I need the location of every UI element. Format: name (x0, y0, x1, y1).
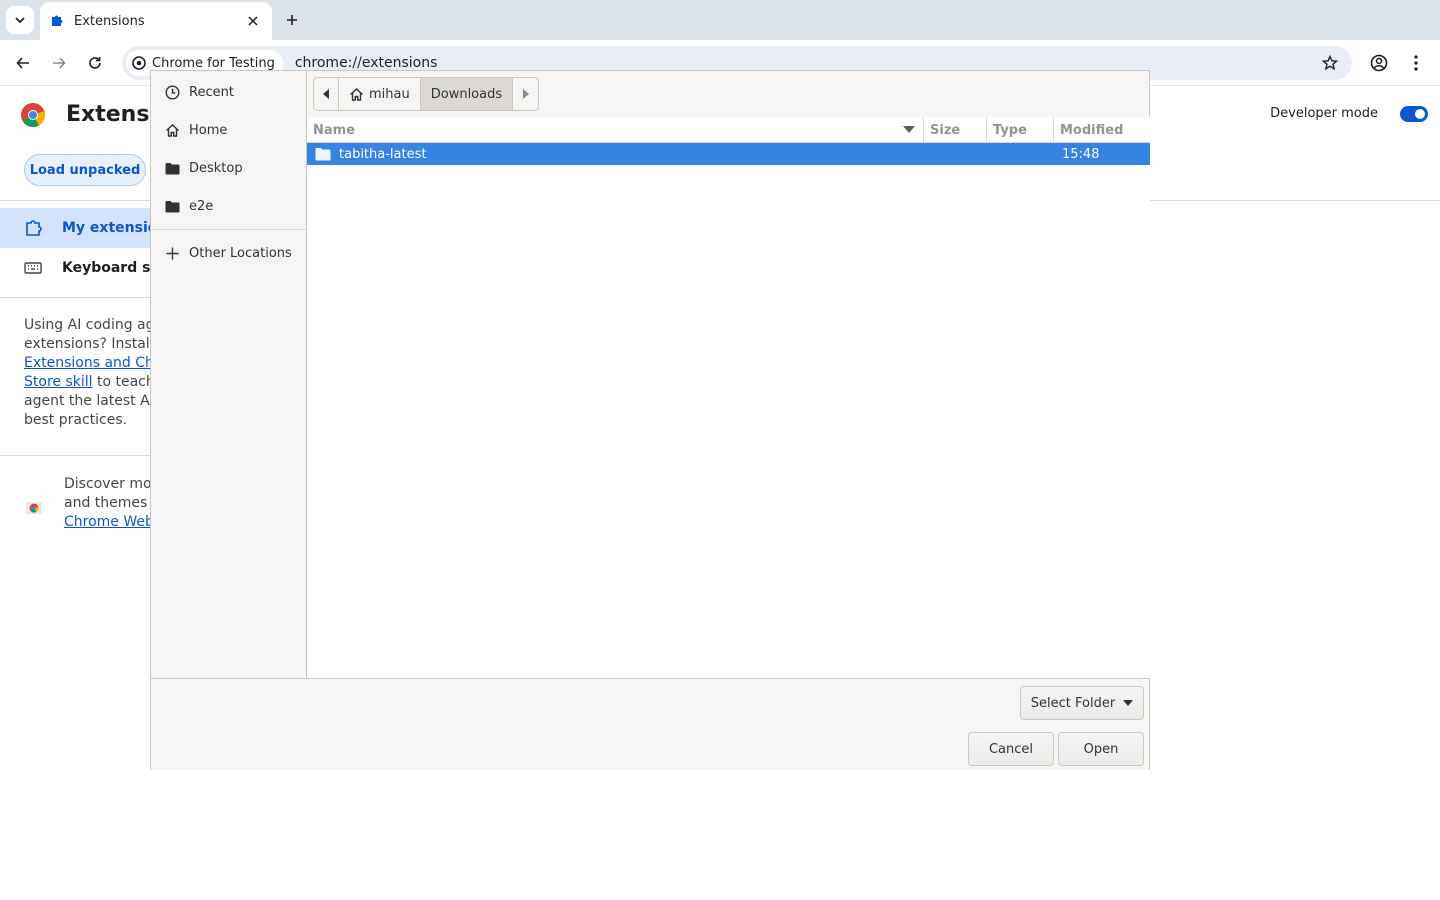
file-chooser-dialog: Recent Home Desktop e2e Other Locations … (150, 70, 1150, 770)
site-chip-label: Chrome for Testing (152, 55, 275, 71)
sidebar-item-my-extensions[interactable]: My extensions (0, 208, 150, 248)
sidebar-item-keyboard-shortcuts[interactable]: Keyboard sho (0, 248, 150, 288)
web-store-icon (26, 502, 42, 514)
puzzle-icon (26, 220, 42, 236)
chrome-testing-icon (132, 56, 146, 70)
bookmark-button[interactable] (1320, 53, 1340, 73)
sort-down-icon (903, 126, 915, 133)
tab-strip: Extensions (0, 0, 1440, 40)
puzzle-icon (52, 15, 63, 26)
chevron-down-icon (15, 17, 25, 24)
place-label: Home (189, 122, 228, 138)
home-icon (166, 123, 179, 137)
place-recent[interactable]: Recent (151, 73, 306, 111)
keyboard-icon (24, 262, 42, 274)
file-filter-combo[interactable]: Select Folder (1020, 686, 1144, 720)
url-text: chrome://extensions (294, 55, 438, 71)
open-button[interactable]: Open (1058, 732, 1144, 766)
folder-icon (315, 148, 331, 161)
store-skill-link[interactable]: Store skill (24, 374, 93, 390)
developer-mode-label: Developer mode (1270, 106, 1378, 121)
developer-mode-toggle[interactable] (1400, 106, 1428, 122)
plus-icon (287, 15, 297, 25)
ai-promo-text: Using AI coding ager extensions? Install… (24, 316, 150, 430)
dropdown-arrow-icon (1123, 700, 1134, 706)
place-label: Desktop (189, 160, 243, 176)
triangle-right-icon (522, 89, 529, 99)
cancel-button[interactable]: Cancel (968, 732, 1054, 766)
divider (0, 297, 150, 298)
folder-icon (165, 200, 180, 212)
place-home[interactable]: Home (151, 111, 306, 149)
menu-button[interactable] (1403, 50, 1429, 76)
forward-button[interactable] (46, 50, 72, 76)
folder-icon (165, 162, 180, 174)
new-tab-button[interactable] (280, 8, 304, 32)
extensions-skill-link[interactable]: Extensions and Chro (24, 355, 150, 371)
column-header-name[interactable]: Name (307, 117, 924, 143)
triangle-left-icon (323, 89, 329, 99)
places-sidebar: Recent Home Desktop e2e Other Locations (151, 71, 307, 678)
file-name: tabitha-latest (339, 146, 427, 162)
side-nav: My extensions Keyboard sho (0, 208, 150, 288)
place-label: Recent (189, 84, 234, 100)
place-desktop[interactable]: Desktop (151, 149, 306, 187)
file-list-header: Name Size Type Modified (307, 117, 1150, 143)
profile-button[interactable] (1366, 50, 1392, 76)
star-icon (1322, 55, 1338, 71)
kebab-menu-icon (1414, 55, 1418, 71)
path-scroll-right-button[interactable] (513, 77, 540, 111)
tab-close-button[interactable] (244, 12, 262, 30)
file-list[interactable]: Name Size Type Modified tabitha-latest 1… (307, 117, 1150, 678)
back-button[interactable] (10, 50, 36, 76)
load-unpacked-button[interactable]: Load unpacked (24, 154, 146, 186)
place-e2e[interactable]: e2e (151, 187, 306, 225)
reload-button[interactable] (82, 50, 108, 76)
chrome-web-store-link[interactable]: Chrome Web S (64, 514, 150, 530)
places-separator (151, 229, 306, 230)
column-header-size[interactable]: Size (924, 117, 987, 143)
clock-icon (165, 84, 180, 100)
path-bar: mihau Downloads (313, 77, 540, 111)
dialog-action-area: Select Folder Cancel Open (151, 678, 1149, 770)
close-icon (248, 16, 258, 26)
home-icon (350, 87, 363, 101)
reload-icon (89, 57, 101, 69)
tab-extensions[interactable]: Extensions (40, 2, 272, 40)
divider (0, 455, 150, 456)
chrome-logo-icon (21, 103, 46, 128)
back-arrow-icon (16, 57, 29, 69)
path-scroll-left-button[interactable] (313, 77, 339, 111)
path-button-home[interactable]: mihau (339, 77, 421, 111)
sidebar-item-label: Keyboard sho (62, 260, 150, 276)
discover-text: Discover more and themes o Chrome Web S (64, 475, 150, 532)
path-button-downloads[interactable]: Downloads (420, 77, 514, 111)
column-header-modified[interactable]: Modified (1054, 117, 1150, 143)
tab-search-button[interactable] (6, 6, 34, 34)
place-label: Other Locations (189, 245, 292, 261)
file-modified: 15:48 (1062, 146, 1100, 162)
sidebar-item-label: My extensions (62, 220, 150, 236)
plus-icon (166, 247, 179, 259)
place-label: e2e (189, 198, 214, 214)
table-row[interactable]: tabitha-latest 15:48 (307, 143, 1150, 165)
profile-icon (1370, 54, 1388, 72)
forward-arrow-icon (53, 57, 66, 69)
tab-title: Extensions (74, 13, 145, 29)
column-header-type[interactable]: Type (987, 117, 1054, 143)
place-other-locations[interactable]: Other Locations (151, 234, 306, 272)
